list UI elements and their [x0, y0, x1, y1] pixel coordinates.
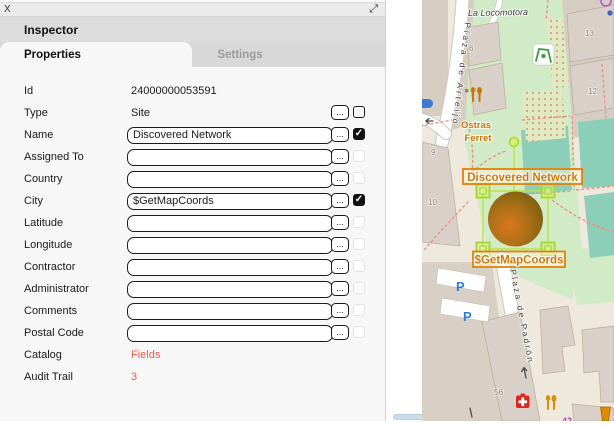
- form-row-type: Type Site...: [0, 102, 385, 124]
- field-input[interactable]: [127, 325, 333, 342]
- tab-settings[interactable]: Settings: [192, 42, 288, 67]
- form-row-longitude: Longitude...: [0, 234, 385, 256]
- tab-properties[interactable]: Properties: [0, 42, 192, 67]
- parking-p-1: P: [456, 279, 465, 294]
- ellipsis-button[interactable]: ...: [331, 215, 349, 230]
- form-row-comments: Comments...: [0, 300, 385, 322]
- field-label: Id: [24, 85, 33, 97]
- housenumber-12: 12: [588, 87, 597, 96]
- partial-shop-label: 42: [562, 416, 572, 421]
- field-label: Comments: [24, 305, 77, 317]
- tab-bar: Properties Settings: [0, 42, 385, 67]
- field-label: Latitude: [24, 217, 63, 229]
- field-input[interactable]: [127, 127, 333, 144]
- housenumber-10: 10: [428, 198, 437, 207]
- close-icon[interactable]: X: [4, 3, 11, 16]
- window-titlebar: X ⤢: [0, 3, 385, 17]
- ellipsis-button[interactable]: ...: [331, 127, 349, 142]
- ellipsis-button[interactable]: ...: [331, 193, 349, 208]
- housenumber-6: 6: [469, 44, 474, 53]
- form-row-latitude: Latitude...: [0, 212, 385, 234]
- label-ostras: Ostras: [461, 120, 491, 131]
- ellipsis-button[interactable]: ...: [331, 281, 349, 296]
- form-row-contractor: Contractor...: [0, 256, 385, 278]
- playground-icon: [533, 44, 554, 65]
- field-link[interactable]: Fields: [131, 349, 160, 361]
- field-value: Site: [131, 107, 150, 119]
- field-input[interactable]: [127, 303, 333, 320]
- tab-settings-label: Settings: [217, 49, 262, 61]
- label-ferret: Ferret: [465, 133, 493, 144]
- ellipsis-button[interactable]: ...: [331, 303, 349, 318]
- inspector-header: Inspector: [0, 17, 385, 42]
- ellipsis-button[interactable]: ...: [331, 259, 349, 274]
- marker-name-label: Discovered Network: [467, 172, 578, 184]
- bus-stop-icon: [422, 99, 433, 108]
- form-row-city: City... ✓: [0, 190, 385, 212]
- panel-title: Inspector: [0, 23, 78, 37]
- field-label: Postal Code: [24, 327, 84, 339]
- form-row-id: Id 24000000053591: [0, 80, 385, 102]
- field-value: 24000000053591: [131, 85, 217, 97]
- checkbox-disabled: [353, 216, 365, 228]
- checkbox-disabled: [353, 172, 365, 184]
- parking-p-2: P: [463, 309, 472, 324]
- form-row-assigned-to: Assigned To...: [0, 146, 385, 168]
- form-row-country: Country...: [0, 168, 385, 190]
- checkbox-checked[interactable]: ✓: [353, 128, 365, 140]
- field-label: Longitude: [24, 239, 72, 251]
- site-marker[interactable]: [488, 192, 543, 247]
- checkbox-disabled: [353, 282, 365, 294]
- ellipsis-button[interactable]: ...: [331, 171, 349, 186]
- form-rows: Id 24000000053591 Type Site... Name... ✓ Assig…: [0, 80, 385, 388]
- form-row-catalog: Catalog Fields: [0, 344, 385, 366]
- anchor-handle[interactable]: [510, 138, 519, 147]
- form-row-administrator: Administrator...: [0, 278, 385, 300]
- field-input[interactable]: [127, 281, 333, 298]
- field-label: Type: [24, 107, 48, 119]
- expand-icon[interactable]: ⤢: [369, 3, 378, 16]
- field-link[interactable]: 3: [131, 371, 137, 383]
- field-input[interactable]: [127, 193, 333, 210]
- form-row-audit-trail: Audit Trail 3: [0, 366, 385, 388]
- checkbox-disabled: [353, 304, 365, 316]
- checkbox-disabled: [353, 260, 365, 272]
- field-label: Assigned To: [24, 151, 84, 163]
- field-label: City: [24, 195, 43, 207]
- ellipsis-button[interactable]: ...: [331, 105, 349, 120]
- field-label: Name: [24, 129, 53, 141]
- marker-city-label: $GetMapCoords: [475, 255, 564, 267]
- label-la-locomotora: La Locomotora: [468, 7, 528, 18]
- checkbox-disabled: [353, 326, 365, 338]
- field-input[interactable]: [127, 149, 333, 166]
- field-input[interactable]: [127, 215, 333, 232]
- ellipsis-button[interactable]: ...: [331, 325, 349, 340]
- form-row-name: Name... ✓: [0, 124, 385, 146]
- field-input[interactable]: [127, 171, 333, 188]
- form-row-postal-code: Postal Code...: [0, 322, 385, 344]
- checkbox-checked[interactable]: ✓: [353, 194, 365, 206]
- field-label: Contractor: [24, 261, 75, 273]
- housenumber-56: 56: [494, 387, 504, 397]
- map-svg: La Locomotora Plaza de Arteijo Plaza de …: [422, 0, 614, 421]
- field-label: Country: [24, 173, 63, 185]
- pharmacy-icon: [516, 394, 530, 409]
- field-input[interactable]: [127, 237, 333, 254]
- field-label: Catalog: [24, 349, 62, 361]
- map-view[interactable]: La Locomotora Plaza de Arteijo Plaza de …: [422, 0, 614, 421]
- housenumber-9: 9: [431, 148, 436, 157]
- ellipsis-button[interactable]: ...: [331, 149, 349, 164]
- checkbox-disabled: [353, 238, 365, 250]
- tab-properties-label: Properties: [0, 49, 81, 61]
- inspector-panel: X ⤢ Inspector Properties Settings Id 2400…: [0, 0, 386, 421]
- checkbox-unchecked[interactable]: [353, 106, 365, 118]
- field-input[interactable]: [127, 259, 333, 276]
- poi-dot-icon: [607, 10, 612, 15]
- drink-icon: [601, 407, 611, 421]
- housenumber-13: 13: [585, 29, 594, 38]
- field-label: Audit Trail: [24, 371, 73, 383]
- ellipsis-button[interactable]: ...: [331, 237, 349, 252]
- checkbox-disabled: [353, 150, 365, 162]
- field-label: Administrator: [24, 283, 89, 295]
